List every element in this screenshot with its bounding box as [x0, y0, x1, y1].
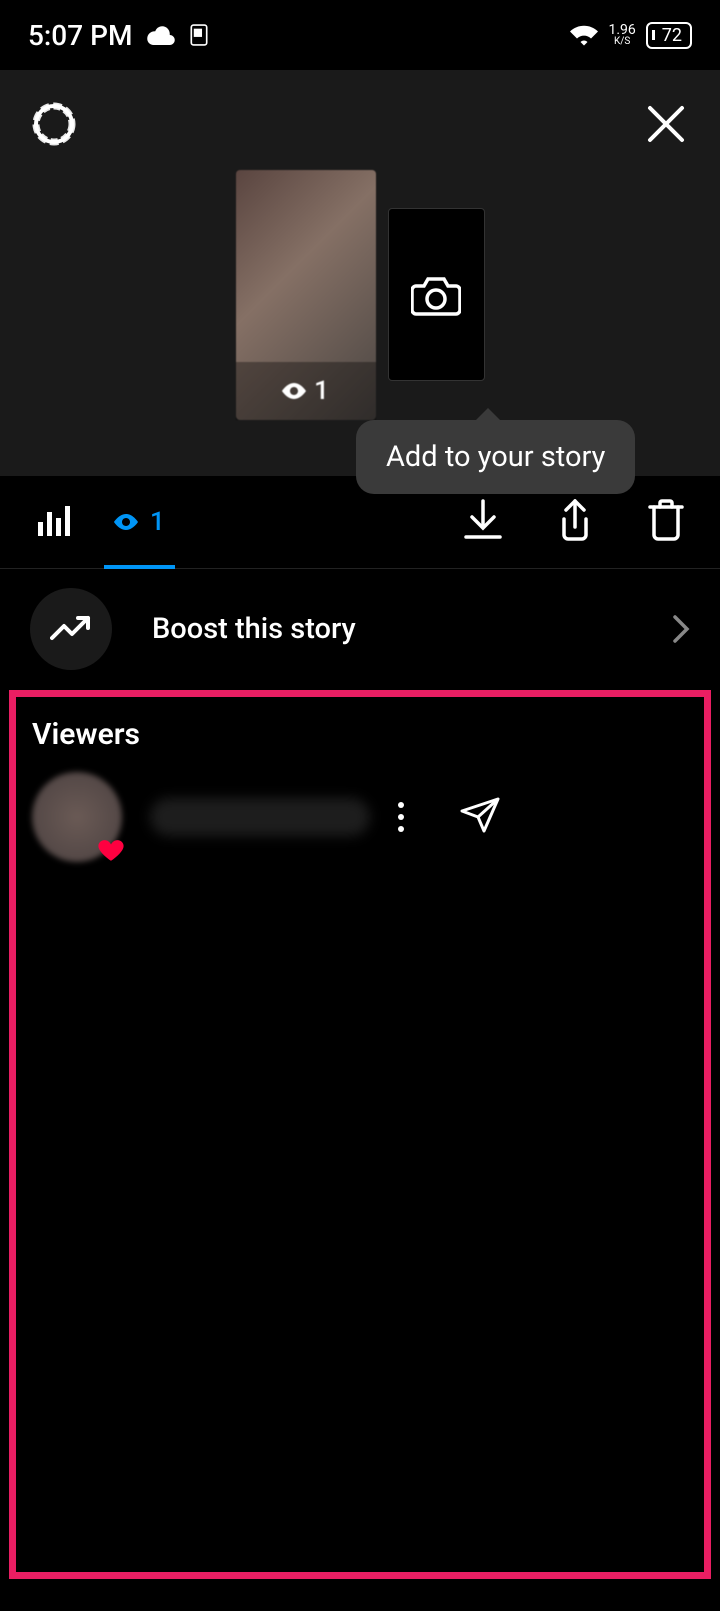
document-icon [190, 24, 208, 46]
heart-icon [98, 838, 124, 864]
viewers-title: Viewers [32, 717, 688, 752]
trash-icon [648, 499, 684, 541]
camera-icon [411, 274, 461, 316]
story-thumbnail[interactable]: 1 [236, 170, 376, 420]
viewer-more-button[interactable] [398, 802, 404, 832]
bar-chart-icon [36, 504, 72, 540]
story-header: 1 [0, 70, 720, 476]
boost-story-label: Boost this story [152, 612, 632, 646]
viewer-list-item[interactable] [32, 752, 688, 882]
viewers-section: Viewers [0, 689, 720, 910]
eye-icon [114, 514, 138, 530]
viewer-username [150, 798, 370, 836]
insights-tab[interactable] [36, 504, 72, 540]
chevron-right-icon [672, 614, 690, 644]
settings-button[interactable] [30, 100, 78, 148]
viewer-message-button[interactable] [460, 797, 500, 837]
story-view-count: 1 [236, 362, 376, 420]
eye-icon [282, 383, 306, 399]
share-icon [556, 499, 594, 541]
delete-button[interactable] [648, 499, 684, 545]
download-icon [464, 499, 502, 541]
cloud-icon [146, 25, 176, 45]
status-bar: 5:07 PM 1.96 K/S 72 [0, 0, 720, 70]
add-story-tooltip: Add to your story [356, 420, 635, 494]
trending-up-icon [50, 614, 92, 644]
close-icon [644, 102, 688, 146]
download-button[interactable] [464, 499, 502, 545]
share-button[interactable] [556, 499, 594, 545]
battery-indicator: 72 [646, 22, 692, 49]
close-button[interactable] [642, 100, 690, 148]
net-speed: 1.96 K/S [608, 23, 635, 47]
wifi-icon [570, 24, 598, 46]
add-story-button[interactable] [388, 208, 485, 381]
viewers-count: 1 [150, 507, 165, 537]
settings-icon [30, 100, 78, 148]
status-time: 5:07 PM [28, 19, 132, 52]
viewers-tab[interactable]: 1 [114, 476, 165, 569]
send-icon [460, 797, 500, 833]
boost-story-button[interactable]: Boost this story [0, 569, 720, 689]
